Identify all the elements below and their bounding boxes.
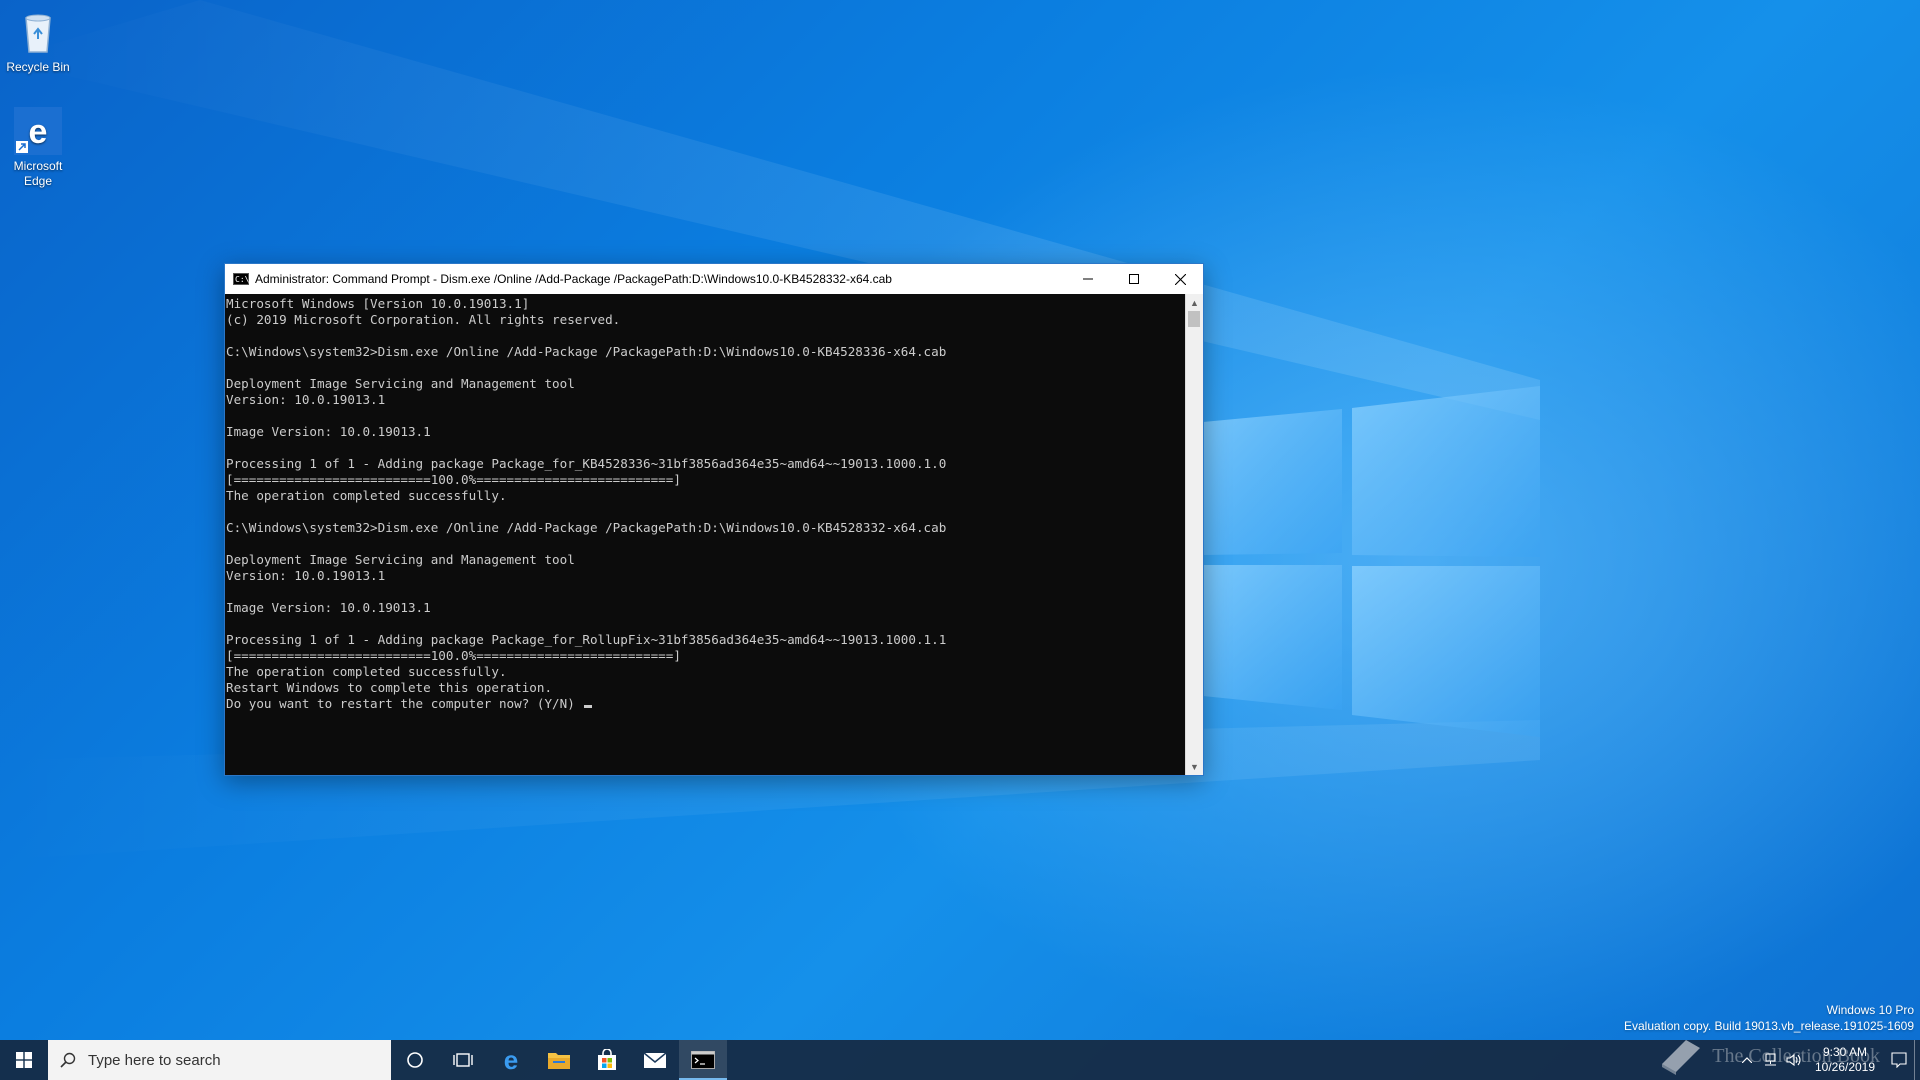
- maximize-button[interactable]: [1111, 264, 1157, 294]
- svg-text:e: e: [29, 113, 48, 151]
- close-icon: [1174, 273, 1186, 285]
- taskbar-edge-button[interactable]: e: [487, 1040, 535, 1080]
- vertical-scrollbar[interactable]: ▲ ▼: [1185, 294, 1203, 775]
- scroll-up-icon[interactable]: ▲: [1186, 294, 1203, 311]
- clock-date: 10/26/2019: [1814, 1060, 1876, 1074]
- window-titlebar[interactable]: C:\ Administrator: Command Prompt - Dism…: [225, 264, 1203, 294]
- taskbar: Type here to search e The Collection Boo…: [0, 1040, 1920, 1080]
- start-button[interactable]: [0, 1040, 48, 1080]
- notification-icon: [1891, 1052, 1907, 1068]
- task-view-button[interactable]: [439, 1040, 487, 1080]
- console-line: Deployment Image Servicing and Managemen…: [226, 552, 575, 567]
- file-explorer-icon: [548, 1053, 570, 1069]
- console-line: [==========================100.0%=======…: [226, 648, 681, 663]
- maximize-icon: [1129, 274, 1139, 284]
- scroll-down-icon[interactable]: ▼: [1186, 758, 1203, 775]
- command-prompt-icon: C:\: [233, 273, 250, 285]
- search-icon: [60, 1052, 76, 1068]
- close-button[interactable]: [1157, 264, 1203, 294]
- edge-icon: e: [504, 1048, 518, 1072]
- command-prompt-window[interactable]: C:\ Administrator: Command Prompt - Dism…: [224, 263, 1204, 776]
- console-line: C:\Windows\system32>Dism.exe /Online /Ad…: [226, 520, 947, 535]
- book-icon: [1662, 1040, 1701, 1075]
- console-line: Image Version: 10.0.19013.1: [226, 600, 431, 615]
- console-line: (c) 2019 Microsoft Corporation. All righ…: [226, 312, 621, 327]
- volume-button[interactable]: [1782, 1040, 1806, 1080]
- console-line: The operation completed successfully.: [226, 488, 507, 503]
- taskbar-store-button[interactable]: [583, 1040, 631, 1080]
- volume-icon: [1786, 1053, 1801, 1067]
- console-line: The operation completed successfully.: [226, 664, 507, 679]
- minimize-button[interactable]: [1065, 264, 1111, 294]
- console-line: Version: 10.0.19013.1: [226, 568, 386, 583]
- command-prompt-icon: [691, 1051, 715, 1069]
- action-center-button[interactable]: [1884, 1040, 1914, 1080]
- edition-text: Windows 10 Pro: [1826, 1003, 1914, 1017]
- console-line: Processing 1 of 1 - Adding package Packa…: [226, 456, 947, 471]
- store-icon: [598, 1049, 616, 1070]
- console-line: Restart Windows to complete this operati…: [226, 680, 553, 695]
- network-button[interactable]: [1758, 1040, 1782, 1080]
- edge-icon: e: [14, 107, 62, 155]
- scrollbar-thumb[interactable]: [1188, 311, 1200, 327]
- svg-text:e: e: [504, 1048, 518, 1072]
- console-line: Microsoft Windows [Version 10.0.19013.1]: [226, 296, 530, 311]
- search-box[interactable]: Type here to search: [48, 1040, 391, 1080]
- mail-icon: [643, 1052, 667, 1068]
- chevron-up-icon: [1742, 1057, 1752, 1063]
- network-icon: [1765, 1053, 1776, 1066]
- desktop-icon-label: Recycle Bin: [6, 60, 70, 74]
- cortana-icon: [407, 1052, 423, 1068]
- build-text: Evaluation copy. Build 19013.vb_release.…: [1624, 1019, 1914, 1033]
- console-line: Deployment Image Servicing and Managemen…: [226, 376, 575, 391]
- taskbar-file-explorer-button[interactable]: [535, 1040, 583, 1080]
- console-line: Processing 1 of 1 - Adding package Packa…: [226, 632, 947, 647]
- search-placeholder: Type here to search: [88, 1051, 221, 1069]
- taskbar-command-prompt-button[interactable]: [679, 1040, 727, 1080]
- desktop-icon-recycle-bin[interactable]: Recycle Bin: [0, 8, 76, 75]
- console-line: C:\Windows\system32>Dism.exe /Online /Ad…: [226, 344, 947, 359]
- start-icon: [16, 1052, 32, 1068]
- build-watermark: Windows 10 Pro Evaluation copy. Build 19…: [1624, 1002, 1914, 1034]
- show-hidden-icons-button[interactable]: [1736, 1040, 1758, 1080]
- task-view-icon: [453, 1053, 473, 1067]
- desktop-icon-edge[interactable]: e Microsoft Edge: [0, 107, 76, 189]
- minimize-icon: [1083, 278, 1093, 280]
- console-line: Do you want to restart the computer now?…: [226, 696, 1186, 712]
- desktop-icon-label: Microsoft Edge: [13, 159, 63, 188]
- cortana-button[interactable]: [391, 1040, 439, 1080]
- taskbar-mail-button[interactable]: [631, 1040, 679, 1080]
- console-output[interactable]: Microsoft Windows [Version 10.0.19013.1]…: [225, 294, 1186, 775]
- clock[interactable]: 9:30 AM 10/26/2019: [1806, 1045, 1884, 1075]
- console-line: Version: 10.0.19013.1: [226, 392, 386, 407]
- window-title: Administrator: Command Prompt - Dism.exe…: [255, 272, 892, 286]
- clock-time: 9:30 AM: [1822, 1045, 1868, 1059]
- text-cursor: [584, 705, 593, 708]
- console-line: [==========================100.0%=======…: [226, 472, 681, 487]
- console-line: Image Version: 10.0.19013.1: [226, 424, 431, 439]
- show-desktop-button[interactable]: [1914, 1040, 1920, 1080]
- system-tray: 9:30 AM 10/26/2019: [1736, 1040, 1920, 1080]
- recycle-bin-icon: [14, 8, 62, 56]
